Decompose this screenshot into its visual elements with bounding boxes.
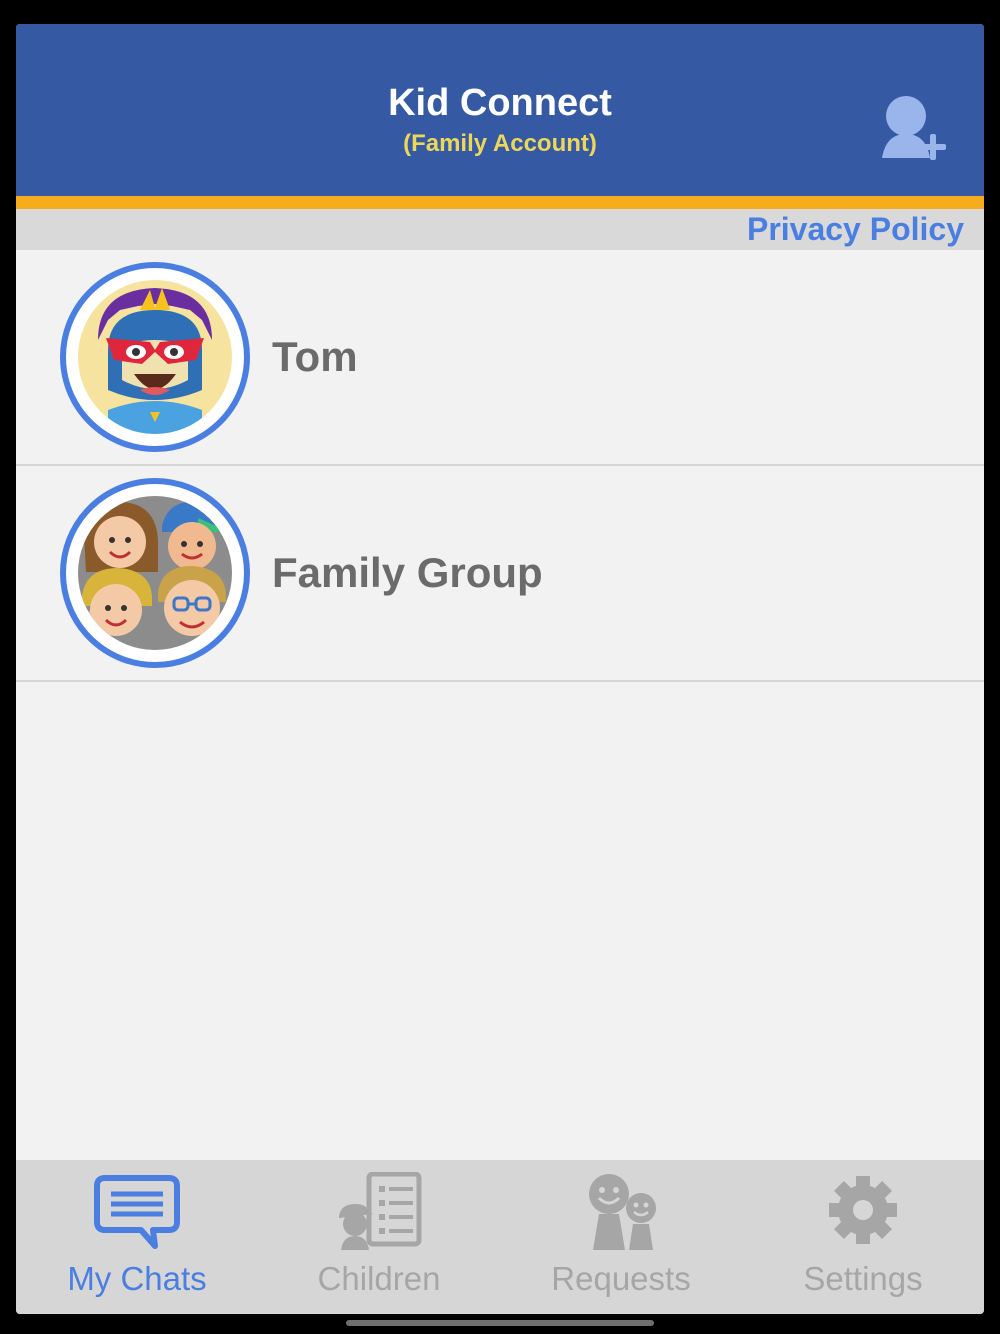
home-indicator[interactable]: [346, 1320, 654, 1326]
add-user-icon: [882, 96, 946, 160]
privacy-policy-link[interactable]: Privacy Policy: [747, 209, 964, 250]
tab-label: Children: [317, 1260, 441, 1297]
privacy-bar: Privacy Policy: [16, 209, 984, 250]
family-group-avatar-icon: [78, 496, 232, 650]
tab-my-chats[interactable]: My Chats: [16, 1160, 258, 1314]
chat-row-family-group[interactable]: Family Group: [16, 466, 984, 682]
chat-name: Tom: [272, 333, 358, 380]
chat-name: Family Group: [272, 549, 543, 596]
requests-icon: [589, 1174, 656, 1250]
tab-settings[interactable]: Settings: [742, 1160, 984, 1314]
header-accent-bar: [16, 196, 984, 209]
chat-bubble-icon: [94, 1175, 180, 1249]
chat-list: Tom Family Group: [16, 250, 984, 682]
children-list-icon: [339, 1172, 422, 1250]
add-contact-button[interactable]: [876, 92, 952, 162]
gear-icon: [829, 1176, 897, 1244]
avatar: [60, 478, 250, 668]
tab-label: My Chats: [67, 1260, 207, 1297]
superhero-avatar-icon: [78, 280, 232, 434]
tab-children[interactable]: Children: [258, 1160, 500, 1314]
chat-row-tom[interactable]: Tom: [16, 250, 984, 466]
avatar: [60, 262, 250, 452]
app-header: Kid Connect (Family Account): [16, 24, 984, 196]
bottom-tab-bar: My Chats Children Requests Settings: [16, 1160, 984, 1314]
app-title: Kid Connect: [388, 82, 612, 124]
app-screen: Kid Connect (Family Account) Privacy Pol…: [16, 24, 984, 1314]
account-type-subtitle: (Family Account): [403, 130, 597, 157]
tab-requests[interactable]: Requests: [500, 1160, 742, 1314]
tab-label: Requests: [551, 1260, 691, 1297]
tab-label: Settings: [803, 1260, 923, 1297]
